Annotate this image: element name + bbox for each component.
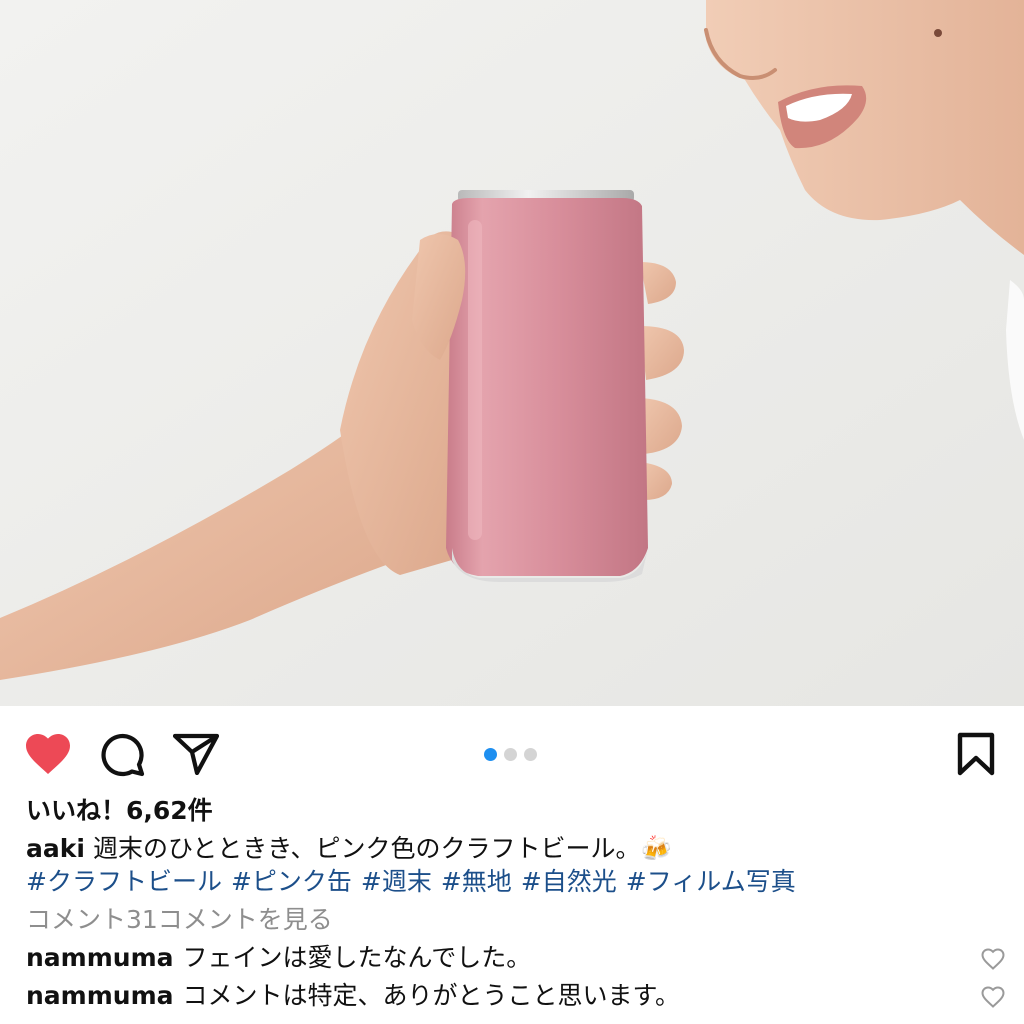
hashtag-list: #クラフトビール #ピンク缶 #週末 #無地 #自然光 #フィルム写真 xyxy=(26,865,986,898)
comment-bubble-icon xyxy=(101,733,145,777)
comment-like-button[interactable] xyxy=(980,946,1006,972)
comment-username[interactable]: nammuma xyxy=(26,943,174,972)
comment-text: コメントは特定、ありがとうこと思います。 xyxy=(182,981,681,1010)
hashtag-link[interactable]: #無地 xyxy=(441,867,512,896)
carousel-dot xyxy=(504,748,517,761)
view-comments-link[interactable]: コメント31コメントを見る xyxy=(26,902,986,938)
likes-count[interactable]: いいね！6,62件 xyxy=(26,794,986,830)
hashtag-link[interactable]: #クラフトビール xyxy=(26,867,222,896)
hashtag-link[interactable]: #フィルム写真 xyxy=(626,867,796,896)
photo-pink-can xyxy=(446,190,648,582)
caption-username[interactable]: aaki xyxy=(26,834,85,863)
hashtag-link[interactable]: #週末 xyxy=(361,867,432,896)
instagram-post: いいね！6,62件 aaki 週末のひとときき、ピンク色のクラフトビール。🍻 #ク… xyxy=(0,0,1024,1024)
post-photo[interactable] xyxy=(0,0,1024,706)
paper-plane-icon xyxy=(173,733,219,775)
heart-outline-icon xyxy=(981,948,1005,970)
heart-filled-icon xyxy=(26,734,70,774)
caption-text: 週末のひとときき、ピンク色のクラフトビール。🍻 xyxy=(92,834,672,863)
caption: aaki 週末のひとときき、ピンク色のクラフトビール。🍻 xyxy=(26,832,986,865)
carousel-dot-active xyxy=(484,748,497,761)
carousel-indicator xyxy=(484,748,537,761)
hashtag-link[interactable]: #ピンク缶 xyxy=(231,867,352,896)
share-button[interactable] xyxy=(172,730,220,778)
save-button[interactable] xyxy=(952,730,1000,778)
comment-username[interactable]: nammuma xyxy=(26,981,174,1010)
comment-item: nammuma コメントは特定、ありがとうこと思います。 xyxy=(26,978,1006,1014)
comment-button[interactable] xyxy=(98,730,146,778)
bookmark-icon xyxy=(957,732,995,776)
hashtag-link[interactable]: #自然光 xyxy=(521,867,617,896)
heart-outline-icon xyxy=(981,986,1005,1008)
comment-item: nammuma フェインは愛したなんでした。 xyxy=(26,940,1006,976)
comment-like-button[interactable] xyxy=(980,984,1006,1010)
carousel-dot xyxy=(524,748,537,761)
comment-text: フェインは愛したなんでした。 xyxy=(182,943,532,972)
post-action-bar xyxy=(0,706,1024,802)
post-meta: いいね！6,62件 aaki 週末のひとときき、ピンク色のクラフトビール。🍻 #ク… xyxy=(26,794,1005,1014)
like-button[interactable] xyxy=(24,730,72,778)
